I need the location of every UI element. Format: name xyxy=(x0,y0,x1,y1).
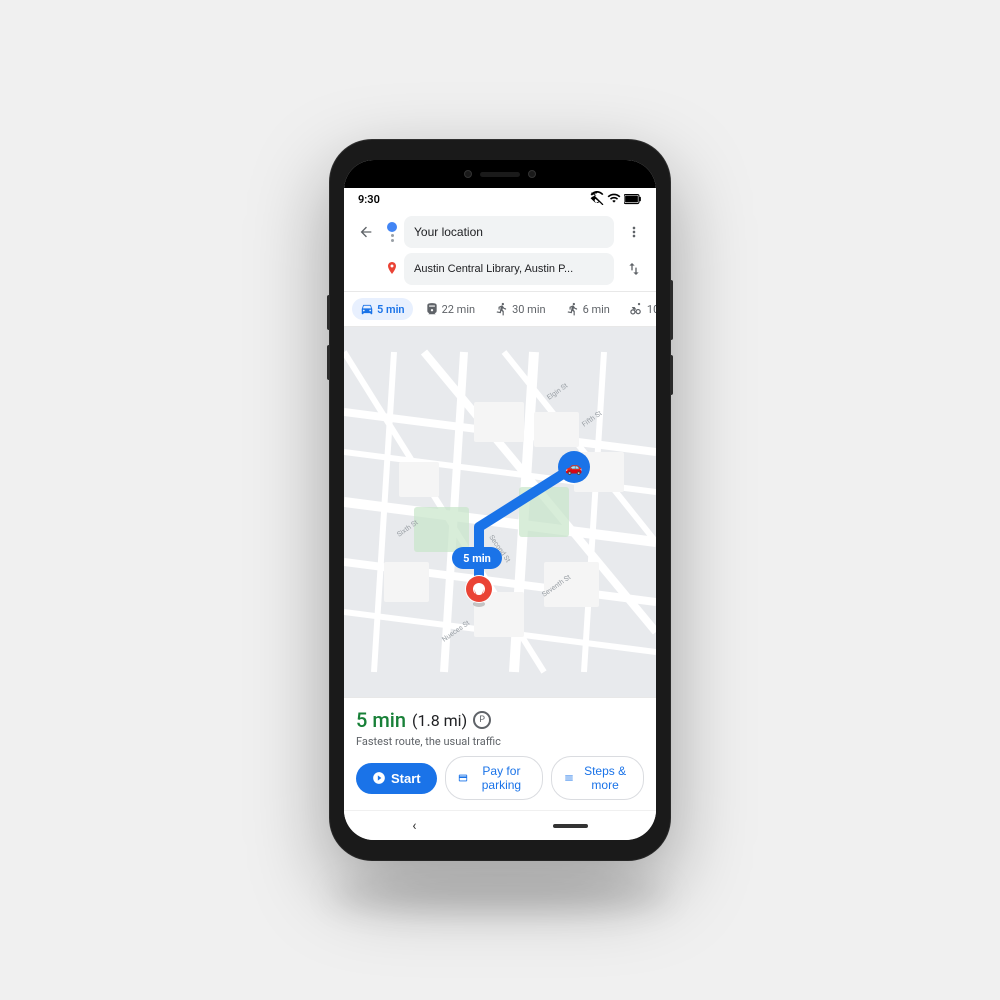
pay-parking-button[interactable]: Pay for parking xyxy=(445,756,544,800)
route-dots xyxy=(386,222,398,242)
dot1 xyxy=(391,234,394,237)
map-area[interactable]: Elgin St Fifth St Sixth St Seventh St Nu… xyxy=(344,327,656,697)
tab-driving-label: 5 min xyxy=(377,303,405,316)
back-button[interactable] xyxy=(352,218,380,246)
bottom-navigation: ‹ xyxy=(344,810,656,840)
wifi-icon xyxy=(590,190,604,209)
nav-header xyxy=(344,210,656,292)
nav-home-indicator[interactable] xyxy=(553,824,588,828)
tab-transit-label: 22 min xyxy=(442,303,476,316)
speaker xyxy=(480,172,520,177)
phone-frame: 9:30 xyxy=(330,140,670,860)
swap-button[interactable] xyxy=(620,255,648,283)
tab-cycling-label: 10 m xyxy=(647,303,656,316)
more-button[interactable] xyxy=(620,218,648,246)
vol-up-button xyxy=(327,295,330,330)
route-info: 5 min (1.8 mi) P xyxy=(356,708,644,732)
origin-dot xyxy=(387,222,397,232)
top-bar xyxy=(344,160,656,188)
pay-parking-label: Pay for parking xyxy=(473,764,531,792)
start-button[interactable]: Start xyxy=(356,763,437,794)
camera2 xyxy=(528,170,536,178)
dot2 xyxy=(391,239,394,242)
tab-walking-label: 30 min xyxy=(512,303,546,316)
tab-driving[interactable]: 5 min xyxy=(352,298,413,320)
nav-back-button[interactable]: ‹ xyxy=(412,818,416,834)
battery-icon xyxy=(624,190,642,209)
tab-walking[interactable]: 30 min xyxy=(487,298,554,320)
toll-icon: P xyxy=(473,711,491,729)
tab-cycling[interactable]: 10 m xyxy=(622,298,656,320)
svg-text:🚗: 🚗 xyxy=(565,460,582,476)
route-time: 5 min xyxy=(356,708,406,732)
status-icons xyxy=(590,190,642,209)
camera xyxy=(464,170,472,178)
tab-transit[interactable]: 22 min xyxy=(417,298,484,320)
origin-input[interactable] xyxy=(404,216,614,248)
action-buttons: Start Pay for parking Steps & more xyxy=(356,756,644,800)
status-time: 9:30 xyxy=(358,193,380,206)
steps-more-label: Steps & more xyxy=(579,764,631,792)
destination-row xyxy=(352,253,648,285)
route-description: Fastest route, the usual traffic xyxy=(356,735,644,748)
steps-more-button[interactable]: Steps & more xyxy=(551,756,644,800)
origin-row xyxy=(352,216,648,248)
signal-icon xyxy=(607,190,621,209)
route-distance: (1.8 mi) xyxy=(412,711,467,730)
tab-running-label: 6 min xyxy=(583,303,610,316)
phone-screen: 9:30 xyxy=(344,160,656,840)
tab-running[interactable]: 6 min xyxy=(558,298,618,320)
vol-down-button xyxy=(327,345,330,380)
svg-text:5 min: 5 min xyxy=(463,552,491,565)
start-label: Start xyxy=(391,771,421,786)
transport-tabs: 5 min 22 min 30 min xyxy=(344,292,656,327)
destination-input[interactable] xyxy=(404,253,614,285)
dest-icon-wrap xyxy=(386,262,398,276)
status-bar: 9:30 xyxy=(344,188,656,210)
bottom-panel: 5 min (1.8 mi) P Fastest route, the usua… xyxy=(344,697,656,810)
